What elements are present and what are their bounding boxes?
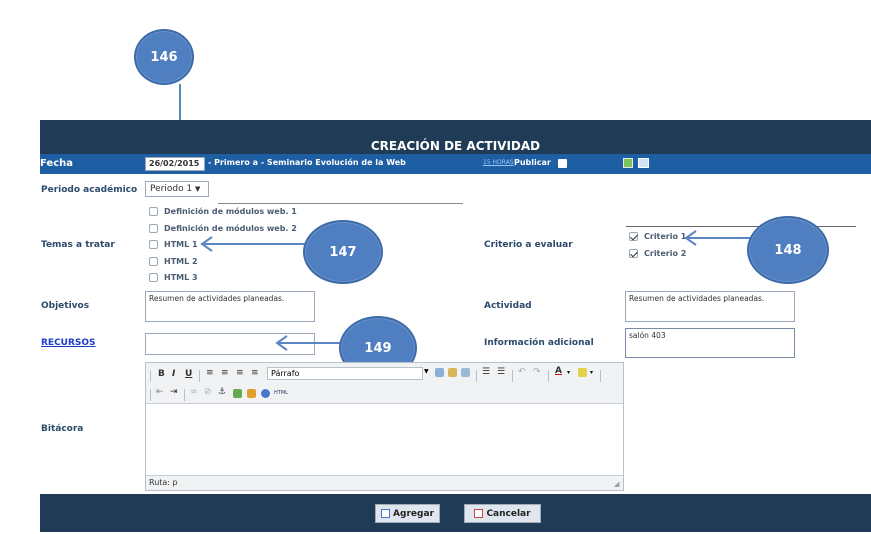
periodo-label: Periodo académico [41,185,138,195]
tema-item[interactable]: Definición de módulos web. 1 [149,207,297,216]
screen: 146 CREACIÓN DE ACTIVIDAD Fecha 26/02/20… [0,0,871,534]
edit-icon[interactable] [623,158,633,168]
tema-item[interactable]: Definición de módulos web. 2 [149,224,297,233]
toolbar-separator [199,370,200,382]
checkbox[interactable] [149,240,158,249]
fecha-input[interactable]: 26/02/2015 [145,157,205,171]
callout-148: 148 [747,216,829,284]
outdent-icon[interactable]: ⇤ [156,387,164,397]
html-icon[interactable]: HTML [274,390,288,396]
dialog-footer [40,494,871,532]
toolbar-separator [600,370,601,382]
publicar-label: Publicar [514,158,551,167]
actividad-textarea[interactable]: Resumen de actividades planeadas. [625,291,795,322]
unlink-icon[interactable]: ⊘ [204,387,212,397]
underline-button[interactable]: U [185,369,192,379]
tema-item[interactable]: HTML 1 [149,240,198,249]
chevron-down-icon: ▾ [590,369,594,376]
toolbar-separator [476,370,477,382]
checkbox[interactable] [149,224,158,233]
paste-word-icon[interactable] [461,368,470,377]
toolbar-separator [548,370,549,382]
publicar-checkbox[interactable] [558,159,567,168]
font-color-icon[interactable]: A [555,366,562,376]
align-left-icon[interactable]: ≡ [206,368,214,378]
callout-147: 147 [303,220,383,284]
bold-button[interactable]: B [158,369,165,379]
align-right-icon[interactable]: ≡ [236,368,244,378]
dialog-title: CREACIÓN DE ACTIVIDAD [370,139,541,153]
fecha-label: Fecha [40,158,74,169]
checkbox-checked[interactable] [629,232,638,241]
resize-handle-icon[interactable]: ◢ [614,480,619,488]
divider-left [218,203,463,204]
callout-146: 146 [134,29,194,85]
temas-label: Temas a tratar [41,240,115,250]
hours-link[interactable]: 15 HORAS [483,159,514,166]
bitacora-label: Bitácora [41,424,84,434]
chevron-down-icon: ▼ [424,368,429,375]
editor-path: Ruta: p [149,478,178,487]
toolbar-separator [184,389,185,401]
paste-icon[interactable] [448,368,457,377]
add-icon [381,509,391,518]
criterio-item[interactable]: Criterio 1 [629,232,686,241]
chevron-down-icon: ▼ [195,185,201,193]
copy-icon[interactable] [435,368,444,377]
divider-right [626,226,856,227]
dialog-header: CREACIÓN DE ACTIVIDAD [40,120,871,154]
image-icon[interactable] [233,389,242,398]
cancel-icon [474,509,484,518]
editor-content[interactable] [146,403,623,476]
tema-item[interactable]: HTML 2 [149,257,198,266]
callout-149-arrow-icon [275,335,345,351]
agregar-button[interactable]: Agregar [375,504,440,523]
bitacora-editor: B I U ≡ ≡ ≡ ≡ Párrafo ▼ ☰ ☰ ↶ ↷ A ▾ ▾ ⇤ … [145,362,624,491]
bullet-list-icon[interactable]: ☰ [482,367,490,377]
tema-item[interactable]: HTML 3 [149,273,198,282]
checkbox[interactable] [149,257,158,266]
checkbox[interactable] [149,273,158,282]
criterio-item[interactable]: Criterio 2 [629,249,686,258]
objetivos-textarea[interactable]: Resumen de actividades planeadas. [145,291,315,322]
callout-148-arrow-icon [684,230,752,246]
format-select[interactable]: Párrafo [267,367,423,380]
info-label: Información adicional [484,338,594,348]
recursos-link[interactable]: RECURSOS [41,338,96,348]
numbered-list-icon[interactable]: ☰ [497,367,505,377]
help-icon[interactable] [261,389,270,398]
cancelar-button[interactable]: Cancelar [464,504,541,523]
criterio-label: Criterio a evaluar [484,240,573,250]
align-center-icon[interactable]: ≡ [221,368,229,378]
checkbox-checked[interactable] [629,249,638,258]
link-icon[interactable]: ∞ [190,387,198,397]
align-justify-icon[interactable]: ≡ [251,368,259,378]
course-name: - Primero a - Seminario Evolución de la … [208,158,406,167]
toolbar-separator [512,370,513,382]
toolbar-separator [150,370,151,382]
anchor-icon[interactable]: ⚓ [218,387,226,397]
toolbar-separator [150,389,151,401]
undo-icon[interactable]: ↶ [518,367,526,377]
indent-icon[interactable]: ⇥ [170,387,178,397]
date-bar: Fecha 26/02/2015 - Primero a - Seminario… [40,154,871,174]
cleanup-icon[interactable] [247,389,256,398]
checkbox[interactable] [149,207,158,216]
book-icon[interactable] [638,158,649,168]
highlight-icon[interactable] [578,368,587,377]
italic-button[interactable]: I [172,369,175,379]
redo-icon[interactable]: ↷ [533,367,541,377]
info-textarea[interactable]: salón 403 [625,328,795,358]
chevron-down-icon: ▾ [567,369,571,376]
periodo-select[interactable]: Periodo 1 ▼ [145,181,209,197]
actividad-label: Actividad [484,301,532,311]
callout-147-arrow-icon [200,236,308,252]
objetivos-label: Objetivos [41,301,90,311]
